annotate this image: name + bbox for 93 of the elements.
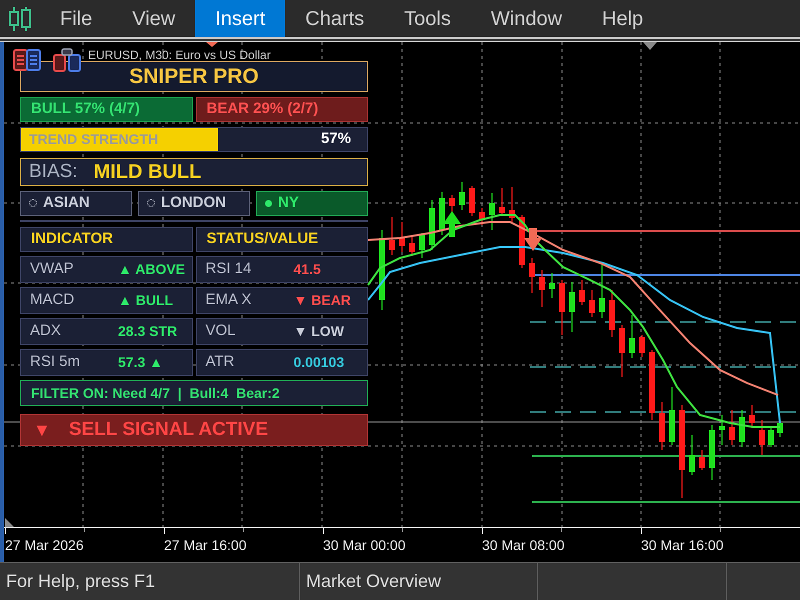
menu-item[interactable]: Help: [582, 0, 664, 37]
bearish-candle: [729, 410, 735, 445]
bearish-candle: [639, 335, 645, 357]
menu-item[interactable]: Insert: [195, 0, 286, 37]
bullish-candle: [777, 420, 783, 437]
menu-item[interactable]: Charts: [285, 0, 384, 37]
status-text: For Help, press F1: [6, 570, 156, 593]
triangle-marker-icon: [5, 518, 14, 527]
menu-item[interactable]: Window: [470, 0, 582, 37]
bearish-candle: [409, 236, 415, 256]
bullish-candle: [709, 425, 715, 480]
blocks-icon[interactable]: [53, 48, 81, 72]
indicator-value: 0.00103: [294, 353, 344, 372]
bias-label: BIAS:: [29, 160, 78, 184]
bullish-candle: [569, 282, 575, 332]
menu-item[interactable]: View: [112, 0, 196, 37]
indicator-name: VWAP: [30, 259, 75, 280]
bearish-candle: [399, 222, 405, 252]
menu-item[interactable]: Tools: [384, 0, 471, 37]
bullish-candle: [429, 200, 435, 250]
bullish-candle: [768, 428, 774, 447]
session-name: LONDON: [161, 193, 226, 213]
bearish-candle: [449, 195, 455, 212]
bearish-candle: [659, 402, 665, 450]
bullish-candle: [629, 315, 635, 358]
bearish-candle: [529, 258, 535, 293]
menu-item[interactable]: File: [40, 0, 112, 37]
signal-text: SELL SIGNAL ACTIVE: [68, 418, 268, 442]
indicator-name: RSI 14: [206, 259, 252, 280]
bullish-candle: [739, 410, 745, 447]
indicator-name: EMA X: [206, 290, 252, 310]
bearish-candle: [699, 450, 705, 470]
trend-strength-label: TREND STRENGTH: [28, 130, 158, 149]
bullish-candle: [419, 233, 425, 258]
session-name: ASIAN: [43, 193, 90, 213]
bearish-candle: [469, 186, 475, 216]
indicator-value: ▼ LOW: [294, 322, 344, 341]
time-label: 27 Mar 2026: [5, 536, 84, 555]
arrow-down-icon: [524, 228, 542, 251]
time-label: 30 Mar 00:00: [323, 536, 406, 555]
bearish-candle: [609, 290, 615, 337]
indicator-value: 41.5: [294, 260, 321, 279]
signal-arrow: ▼: [33, 418, 51, 442]
indicator-name: ATR: [206, 352, 236, 372]
indicator-name: ADX: [30, 321, 62, 342]
panel-title: SNIPER PRO: [20, 61, 368, 92]
trend-strength-reading: 57%: [320, 129, 352, 150]
time-label: 30 Mar 08:00: [482, 536, 564, 555]
ring-icon: [147, 199, 155, 208]
bearish-candle: [649, 350, 655, 420]
time-label: 30 Mar 16:00: [641, 536, 724, 555]
bearish-candle: [499, 188, 505, 216]
bullish-candle: [459, 182, 465, 210]
status-text: Market Overview: [306, 570, 442, 593]
ring-icon: [29, 199, 37, 208]
table-icon[interactable]: [13, 49, 41, 71]
session-name: NY: [278, 193, 299, 213]
bullish-candle: [669, 387, 675, 445]
bearish-candle: [479, 208, 485, 225]
indicator-value: ▼ BEAR: [294, 291, 351, 310]
indicator-name: MACD: [30, 290, 76, 310]
time-label: 27 Mar 16:00: [164, 536, 246, 555]
indicator-value: ▲ ABOVE: [118, 260, 186, 279]
bullish-candle: [599, 265, 605, 318]
bull-score: BULL 57% (4/7): [20, 97, 192, 122]
bullish-candle: [439, 192, 445, 235]
bullish-candle: [489, 193, 495, 230]
indicator-value: ▲ BULL: [118, 291, 174, 310]
bear-score: BEAR 29% (2/7): [196, 97, 368, 122]
arrow-up-icon: [443, 211, 461, 237]
bearish-candle: [539, 270, 545, 307]
indicator-value: 57.3 ▲: [118, 353, 163, 372]
bearish-candle: [759, 420, 765, 455]
bullish-candle: [689, 435, 695, 475]
indicator-name: RSI 5m: [30, 352, 82, 372]
bearish-candle: [619, 325, 625, 377]
indicator-name: VOL: [206, 321, 237, 342]
candlestick-logo-icon: [8, 6, 32, 32]
indicator-value: 28.3 STR: [118, 322, 178, 341]
chart-title: EURUSD, M30: Euro vs US Dollar: [88, 49, 271, 61]
bearish-candle: [749, 405, 755, 428]
bullish-candle: [549, 273, 555, 298]
bearish-candle: [579, 280, 585, 305]
bearish-candle: [509, 187, 515, 222]
bearish-candle: [589, 290, 595, 317]
column-header: INDICATOR: [20, 227, 192, 252]
bullish-candle: [719, 415, 725, 445]
filter-status: FILTER ON: Need 4/7 | Bull:4 Bear:2: [20, 380, 368, 406]
arrow-down-icon: [206, 42, 218, 47]
column-header: STATUS/VALUE: [196, 227, 368, 252]
bearish-candle: [389, 217, 395, 255]
bias-value: MILD BULL: [94, 160, 202, 185]
bearish-candle: [559, 280, 565, 335]
